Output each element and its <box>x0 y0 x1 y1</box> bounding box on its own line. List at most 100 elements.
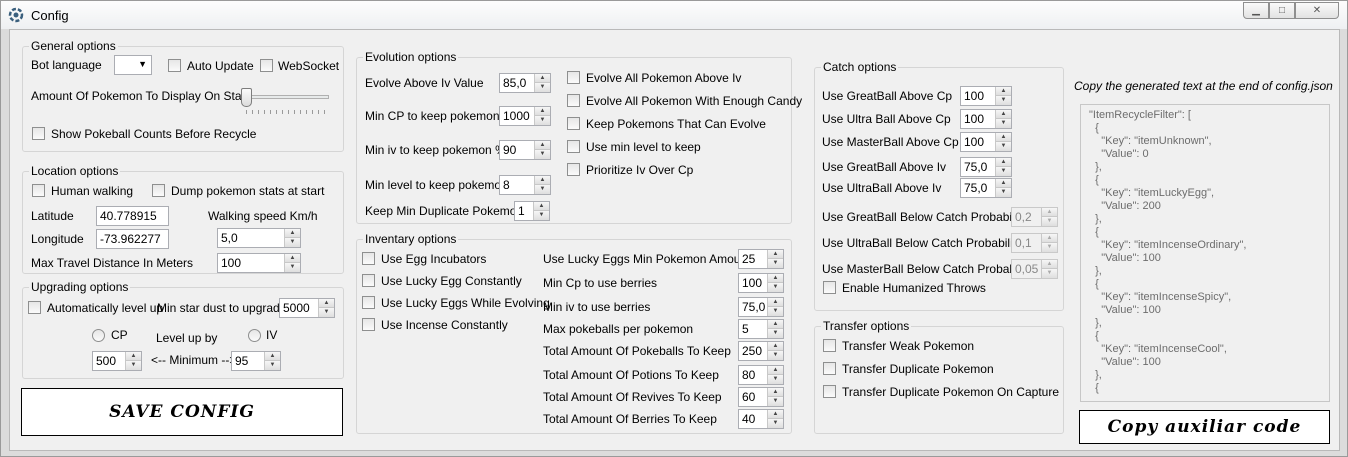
down-arrow-icon[interactable]: ▼ <box>768 329 783 338</box>
walking-speed-stepper[interactable]: 5,0 ▲ ▼ <box>217 228 301 248</box>
up-arrow-icon[interactable]: ▲ <box>285 229 300 238</box>
dump-stats-checkbox[interactable] <box>152 184 165 197</box>
up-arrow-icon[interactable]: ▲ <box>285 254 300 263</box>
evolution-option-checkbox[interactable] <box>567 71 580 84</box>
evolution-field-stepper[interactable]: 1000 ▲ ▼ <box>499 106 551 126</box>
evolution-option-checkbox[interactable] <box>567 117 580 130</box>
longitude-input[interactable]: -73.962277 <box>96 229 169 249</box>
catch-field-stepper[interactable]: 100 ▲ ▼ <box>960 86 1012 106</box>
generated-code-textbox[interactable]: "ItemRecycleFilter": [ { "Key": "itemUnk… <box>1080 104 1330 402</box>
down-arrow-icon[interactable]: ▼ <box>265 361 280 370</box>
catch-probability-stepper[interactable]: 0,05 ▲ ▼ <box>1011 259 1058 279</box>
down-arrow-icon[interactable]: ▼ <box>768 307 783 316</box>
down-arrow-icon[interactable]: ▼ <box>319 308 334 317</box>
cp-radio[interactable] <box>92 329 105 342</box>
down-arrow-icon[interactable]: ▼ <box>285 263 300 272</box>
inventory-option-checkbox[interactable] <box>362 252 375 265</box>
up-arrow-icon[interactable]: ▲ <box>996 110 1011 119</box>
inventory-field-stepper[interactable]: 60 ▲ ▼ <box>738 387 784 407</box>
show-pokeball-checkbox[interactable] <box>32 127 45 140</box>
catch-field-stepper[interactable]: 100 ▲ ▼ <box>960 109 1012 129</box>
minimize-button[interactable]: ▁ <box>1243 2 1269 19</box>
up-arrow-icon[interactable]: ▲ <box>768 342 783 351</box>
down-arrow-icon[interactable]: ▼ <box>768 397 783 406</box>
amount-display-slider[interactable] <box>243 95 329 99</box>
up-arrow-icon[interactable]: ▲ <box>535 107 550 116</box>
down-arrow-icon[interactable]: ▼ <box>535 83 550 92</box>
up-arrow-icon[interactable]: ▲ <box>319 299 334 308</box>
inventory-option-checkbox[interactable] <box>362 318 375 331</box>
up-arrow-icon[interactable]: ▲ <box>1042 260 1057 269</box>
inventory-option-checkbox[interactable] <box>362 274 375 287</box>
evolution-field-stepper[interactable]: 90 ▲ ▼ <box>499 140 551 160</box>
down-arrow-icon[interactable]: ▼ <box>535 116 550 125</box>
title-bar[interactable]: Config ▁ □ ✕ <box>1 1 1347 29</box>
evolution-field-stepper[interactable]: 1 ▲ ▼ <box>514 201 550 221</box>
catch-field-stepper[interactable]: 100 ▲ ▼ <box>960 132 1012 152</box>
up-arrow-icon[interactable]: ▲ <box>768 410 783 419</box>
down-arrow-icon[interactable]: ▼ <box>768 375 783 384</box>
down-arrow-icon[interactable]: ▼ <box>1042 243 1057 252</box>
evolution-field-stepper[interactable]: 8 ▲ ▼ <box>499 175 551 195</box>
transfer-option-checkbox[interactable] <box>823 362 836 375</box>
evolution-option-checkbox[interactable] <box>567 140 580 153</box>
down-arrow-icon[interactable]: ▼ <box>1042 269 1057 278</box>
websocket-checkbox[interactable] <box>260 59 273 72</box>
up-arrow-icon[interactable]: ▲ <box>996 87 1011 96</box>
down-arrow-icon[interactable]: ▼ <box>996 119 1011 128</box>
auto-level-checkbox[interactable] <box>28 301 41 314</box>
down-arrow-icon[interactable]: ▼ <box>768 419 783 428</box>
up-arrow-icon[interactable]: ▲ <box>534 202 549 211</box>
inventory-field-stepper[interactable]: 40 ▲ ▼ <box>738 409 784 429</box>
save-config-button[interactable]: SAVE CONFIG <box>21 388 343 436</box>
inventory-field-stepper[interactable]: 100 ▲ ▼ <box>738 273 784 293</box>
down-arrow-icon[interactable]: ▼ <box>996 142 1011 151</box>
catch-field-stepper[interactable]: 75,0 ▲ ▼ <box>960 157 1012 177</box>
inventory-field-stepper[interactable]: 5 ▲ ▼ <box>738 319 784 339</box>
down-arrow-icon[interactable]: ▼ <box>534 211 549 220</box>
maximize-button[interactable]: □ <box>1269 2 1295 19</box>
evolution-option-checkbox[interactable] <box>567 94 580 107</box>
copy-auxiliar-code-button[interactable]: Copy auxiliar code <box>1079 410 1330 444</box>
transfer-option-checkbox[interactable] <box>823 385 836 398</box>
up-arrow-icon[interactable]: ▲ <box>535 74 550 83</box>
up-arrow-icon[interactable]: ▲ <box>535 141 550 150</box>
down-arrow-icon[interactable]: ▼ <box>996 188 1011 197</box>
transfer-option-checkbox[interactable] <box>823 339 836 352</box>
inventory-field-stepper[interactable]: 80 ▲ ▼ <box>738 365 784 385</box>
catch-probability-stepper[interactable]: 0,1 ▲ ▼ <box>1011 233 1058 253</box>
up-arrow-icon[interactable]: ▲ <box>1042 208 1057 217</box>
down-arrow-icon[interactable]: ▼ <box>768 259 783 268</box>
amount-display-slider-thumb[interactable] <box>241 88 252 107</box>
up-arrow-icon[interactable]: ▲ <box>265 352 280 361</box>
down-arrow-icon[interactable]: ▼ <box>996 96 1011 105</box>
down-arrow-icon[interactable]: ▼ <box>126 361 141 370</box>
up-arrow-icon[interactable]: ▲ <box>768 320 783 329</box>
up-arrow-icon[interactable]: ▲ <box>768 388 783 397</box>
up-arrow-icon[interactable]: ▲ <box>126 352 141 361</box>
iv-radio[interactable] <box>248 329 261 342</box>
up-arrow-icon[interactable]: ▲ <box>996 158 1011 167</box>
cp-stepper[interactable]: 500 ▲ ▼ <box>92 351 142 371</box>
down-arrow-icon[interactable]: ▼ <box>285 238 300 247</box>
up-arrow-icon[interactable]: ▲ <box>1042 234 1057 243</box>
evolution-field-stepper[interactable]: 85,0 ▲ ▼ <box>499 73 551 93</box>
down-arrow-icon[interactable]: ▼ <box>768 283 783 292</box>
inventory-option-checkbox[interactable] <box>362 296 375 309</box>
close-button[interactable]: ✕ <box>1295 2 1339 19</box>
iv-stepper[interactable]: 95 ▲ ▼ <box>231 351 281 371</box>
inventory-field-stepper[interactable]: 75,0 ▲ ▼ <box>738 297 784 317</box>
min-stardust-stepper[interactable]: 5000 ▲ ▼ <box>279 298 335 318</box>
latitude-input[interactable]: 40.778915 <box>96 206 169 226</box>
evolution-option-checkbox[interactable] <box>567 163 580 176</box>
up-arrow-icon[interactable]: ▲ <box>996 133 1011 142</box>
up-arrow-icon[interactable]: ▲ <box>768 274 783 283</box>
humanized-throws-checkbox[interactable] <box>823 281 836 294</box>
down-arrow-icon[interactable]: ▼ <box>996 167 1011 176</box>
up-arrow-icon[interactable]: ▲ <box>996 179 1011 188</box>
up-arrow-icon[interactable]: ▲ <box>535 176 550 185</box>
up-arrow-icon[interactable]: ▲ <box>768 250 783 259</box>
down-arrow-icon[interactable]: ▼ <box>768 351 783 360</box>
max-travel-stepper[interactable]: 100 ▲ ▼ <box>217 253 301 273</box>
inventory-field-stepper[interactable]: 25 ▲ ▼ <box>738 249 784 269</box>
